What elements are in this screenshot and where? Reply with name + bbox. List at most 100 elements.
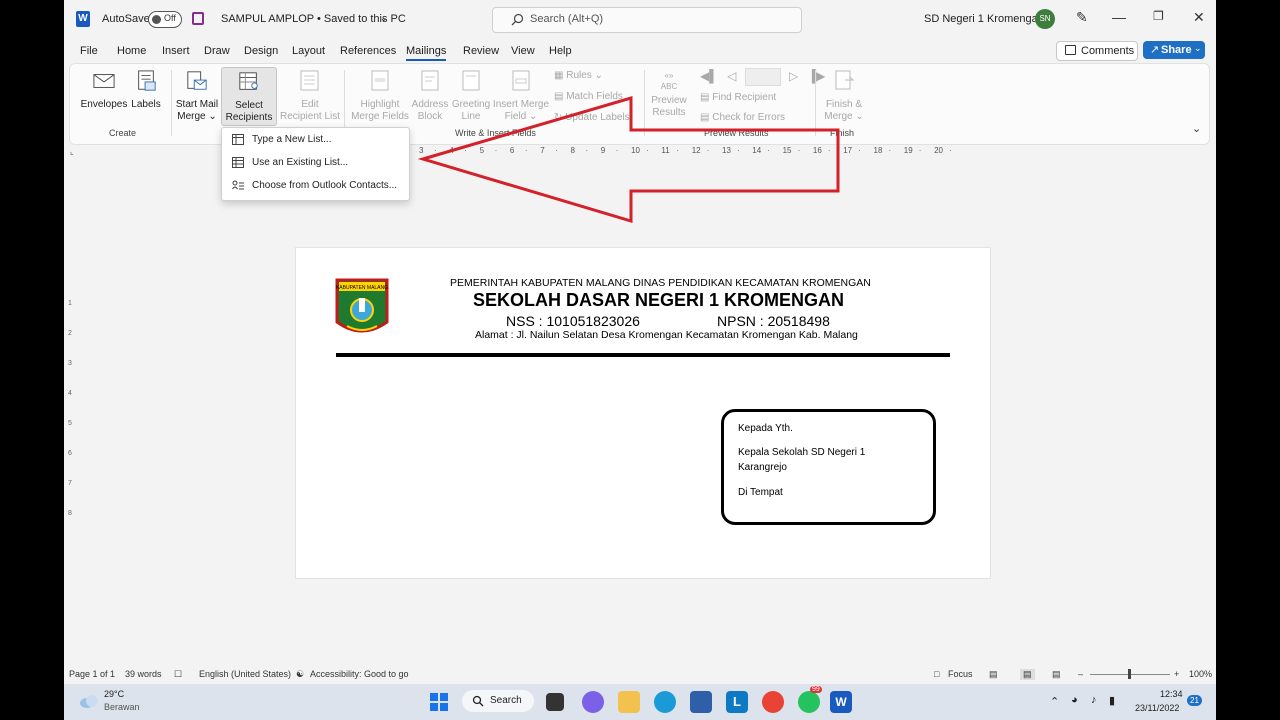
address-block-button[interactable]: Address Block xyxy=(410,70,450,123)
rules-button[interactable]: ▦ Rules ⌄ xyxy=(554,70,603,81)
read-mode-icon[interactable]: ▤ xyxy=(989,669,998,680)
preview-group-label: Preview Results xyxy=(704,128,769,138)
weather-temp[interactable]: 29°C xyxy=(104,689,124,699)
volume-icon[interactable]: ♪ xyxy=(1091,694,1097,706)
weather-desc[interactable]: Berawan xyxy=(104,702,140,712)
tray-chevron-icon[interactable]: ⌃ xyxy=(1050,695,1059,708)
zoom-out-icon[interactable]: – xyxy=(1078,669,1083,679)
autosave-toggle[interactable]: Off xyxy=(148,11,182,28)
tab-home[interactable]: Home xyxy=(117,45,146,57)
share-button[interactable]: ↗ Share ⌄ xyxy=(1143,41,1205,59)
document-title[interactable]: SAMPUL AMPLOP • Saved to this PC xyxy=(221,13,406,25)
start-mail-merge-button[interactable]: Start Mail Merge ⌄ xyxy=(174,70,220,123)
chrome-icon[interactable] xyxy=(762,691,784,713)
windows-start-icon[interactable] xyxy=(428,691,450,713)
focus-button[interactable]: Focus xyxy=(948,669,973,679)
tab-review[interactable]: Review xyxy=(463,45,499,57)
vruler-mark: 7 xyxy=(68,480,72,487)
comments-button[interactable]: Comments xyxy=(1056,41,1138,61)
npsn-number: NPSN : 20518498 xyxy=(717,313,830,329)
battery-icon[interactable]: ▮ xyxy=(1109,694,1115,707)
find-recipient-button[interactable]: ▤ Find Recipient xyxy=(700,92,776,103)
clock-date[interactable]: 23/11/2022 xyxy=(1135,703,1179,713)
ruler-tick: · xyxy=(646,146,649,155)
record-navigation[interactable]: ◀▌ ◁ ▷ ▐▶ xyxy=(700,68,825,86)
launcher-l-icon[interactable]: L xyxy=(726,691,748,713)
search-input[interactable]: Search (Alt+Q) xyxy=(492,7,802,33)
ruler-tick: · xyxy=(524,146,528,155)
edit-recipient-list-button[interactable]: Edit Recipient List xyxy=(279,70,341,123)
preview-results-button[interactable]: «» ABC Preview Results xyxy=(648,70,690,119)
store-icon[interactable] xyxy=(690,691,712,713)
ruler-tick: · xyxy=(888,146,892,155)
envelopes-button[interactable]: Envelopes xyxy=(79,70,129,111)
tab-references[interactable]: References xyxy=(340,45,396,57)
wifi-icon[interactable]: ◕ xyxy=(1071,694,1078,706)
zoom-level[interactable]: 100% xyxy=(1189,669,1212,679)
save-icon[interactable] xyxy=(192,12,204,25)
user-name[interactable]: SD Negeri 1 Kromengan xyxy=(924,13,1044,25)
tab-mailings[interactable]: Mailings xyxy=(406,45,447,61)
tab-selector-icon[interactable]: ⌞ xyxy=(70,147,74,156)
zoom-slider-thumb[interactable] xyxy=(1128,669,1131,679)
taskbar-search[interactable]: Search xyxy=(462,690,534,712)
svg-text:KABUPATEN MALANG: KABUPATEN MALANG xyxy=(336,285,388,291)
accessibility-status[interactable]: Accessibility: Good to go xyxy=(310,669,409,679)
avatar[interactable]: SN xyxy=(1035,9,1055,29)
ruler-mark: 19 xyxy=(903,146,913,155)
highlight-merge-fields-button[interactable]: Highlight Merge Fields xyxy=(350,70,410,123)
ruler-mark: 6 xyxy=(509,146,515,155)
share-icon: ↗ xyxy=(1150,44,1160,56)
match-fields-button[interactable]: ▤ Match Fields xyxy=(554,91,623,102)
greeting-line-icon xyxy=(462,70,480,91)
tab-design[interactable]: Design xyxy=(244,45,278,57)
restore-icon[interactable]: ❐ xyxy=(1153,9,1164,23)
whatsapp-icon[interactable]: 99 xyxy=(798,686,822,713)
close-icon[interactable]: ✕ xyxy=(1193,9,1205,26)
finish-group-label: Finish xyxy=(830,128,855,138)
comment-icon xyxy=(1065,45,1076,55)
menu-item-type-new-list[interactable]: Type a New List... xyxy=(222,129,409,151)
teams-chat-icon[interactable] xyxy=(582,691,604,713)
minimize-icon[interactable]: — xyxy=(1112,9,1126,25)
check-for-errors-button[interactable]: ▤ Check for Errors xyxy=(700,112,785,123)
word-taskbar-icon[interactable]: W xyxy=(830,691,852,713)
collapse-ribbon-icon[interactable]: ⌄ xyxy=(1192,122,1201,135)
finish-merge-button[interactable]: Finish & Merge ⌄ xyxy=(822,70,866,123)
ruler-mark: 8 xyxy=(570,146,575,155)
word-count[interactable]: 39 words xyxy=(125,669,162,679)
edge-icon[interactable] xyxy=(654,691,676,713)
task-view-icon[interactable] xyxy=(546,693,564,711)
labels-button[interactable]: Labels xyxy=(129,70,163,111)
ruler-tick: · xyxy=(797,146,801,155)
tab-insert[interactable]: Insert xyxy=(162,45,190,57)
chevron-down-icon[interactable]: ⌄ xyxy=(380,13,388,24)
select-recipients-button[interactable]: Select Recipients ⌄ xyxy=(221,67,277,135)
tab-file[interactable]: File xyxy=(80,45,98,57)
menu-item-use-existing-list[interactable]: Use an Existing List... xyxy=(222,152,409,174)
clock-time[interactable]: 12:34 xyxy=(1160,689,1183,699)
menu-item-outlook-contacts[interactable]: Choose from Outlook Contacts... xyxy=(222,175,409,197)
language-status[interactable]: English (United States) xyxy=(199,669,291,679)
greeting-line-button[interactable]: Greeting Line xyxy=(450,70,492,123)
tab-draw[interactable]: Draw xyxy=(204,45,230,57)
insert-merge-field-button[interactable]: Insert Merge Field ⌄ xyxy=(492,70,550,123)
document-page[interactable]: KABUPATEN MALANG PEMERINTAH KABUPATEN MA… xyxy=(295,247,991,579)
ruler-mark: 5 xyxy=(479,146,485,155)
recipient-address-box[interactable]: Kepada Yth. Kepala Sekolah SD Negeri 1 K… xyxy=(721,409,936,525)
web-layout-icon[interactable]: ▤ xyxy=(1052,669,1061,680)
ruler-tick: · xyxy=(676,146,680,155)
zoom-in-icon[interactable]: + xyxy=(1174,669,1179,679)
page-count[interactable]: Page 1 of 1 xyxy=(69,669,115,679)
pen-icon[interactable]: ✎ xyxy=(1076,9,1088,26)
tab-view[interactable]: View xyxy=(511,45,535,57)
ruler-tick: · xyxy=(737,146,740,155)
proofing-icon[interactable]: ☐ xyxy=(174,669,182,680)
update-labels-button[interactable]: ↻ Update Labels xyxy=(554,112,630,123)
tab-layout[interactable]: Layout xyxy=(292,45,325,57)
tab-help[interactable]: Help xyxy=(549,45,572,57)
file-explorer-icon[interactable] xyxy=(618,691,640,713)
notification-badge[interactable]: 21 xyxy=(1187,695,1202,706)
print-layout-icon[interactable]: ▤ xyxy=(1020,669,1035,680)
next-record-icon: ▷ xyxy=(789,69,799,84)
